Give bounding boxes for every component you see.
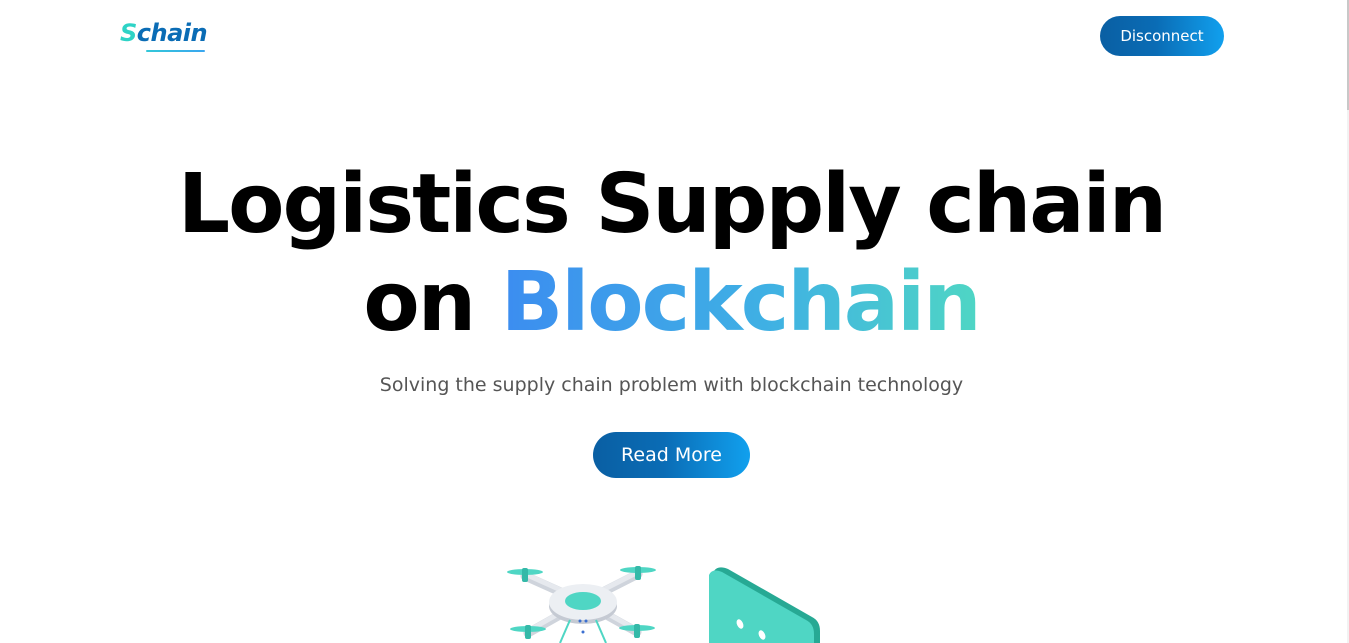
logo-underline [146, 50, 205, 52]
brand-logo[interactable]: Schain [120, 17, 208, 49]
landing-page: Schain Disconnect Logistics Supply chain… [0, 0, 1349, 643]
logo-text: chain [136, 19, 208, 47]
drone-illustration [507, 566, 656, 643]
phone-illustration [709, 567, 820, 643]
logo-first-letter: S [120, 19, 137, 47]
disconnect-button[interactable]: Disconnect [1100, 16, 1224, 56]
hero-title-prefix: on [363, 255, 501, 350]
hero-title-accent: Blockchain [500, 255, 982, 350]
hero-title-line1: Logistics Supply chain [177, 157, 1167, 252]
hero-title-line2: on Blockchain [0, 254, 1343, 352]
hero-subtitle: Solving the supply chain problem with bl… [379, 374, 964, 396]
read-more-button[interactable]: Read More [593, 432, 750, 478]
hero-title: Logistics Supply chain on Blockchain [0, 156, 1343, 352]
